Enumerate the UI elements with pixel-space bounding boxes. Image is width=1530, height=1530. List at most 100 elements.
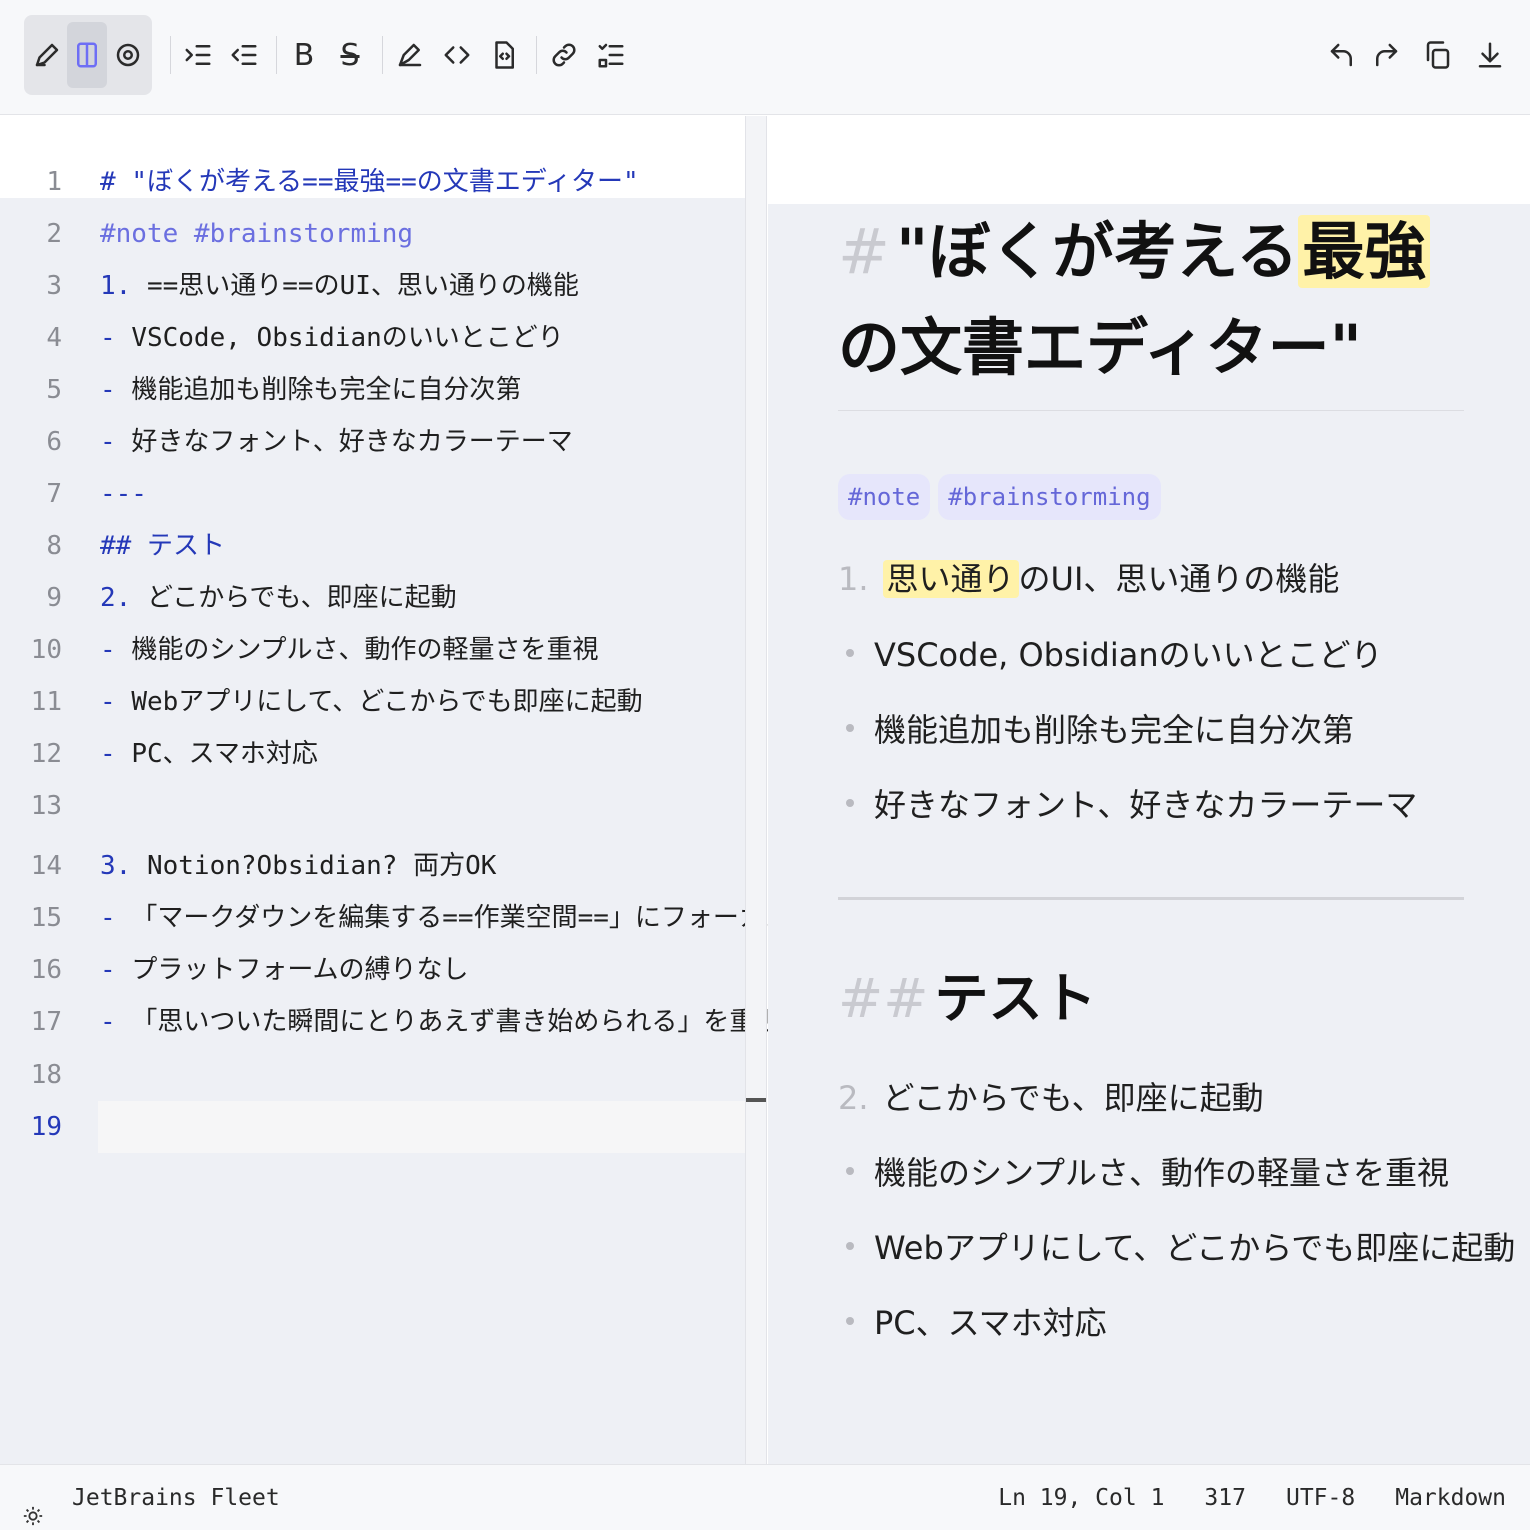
line-text: 2. どこからでも、即座に起動 [100, 583, 457, 613]
line-text: - プラットフォームの縛りなし [100, 955, 469, 985]
bold-icon: B [293, 37, 315, 73]
heading-underline [838, 410, 1464, 411]
pane-splitter[interactable] [745, 116, 767, 1464]
line-text: 3. Notion?Obsidian? 両方OK [100, 851, 497, 881]
line-number: 5 [46, 375, 62, 405]
language-mode[interactable]: Markdown [1395, 1465, 1506, 1530]
list-item: 好きなフォント、好きなカラーテーマ [838, 780, 1417, 830]
strikethrough-button[interactable]: S [330, 22, 370, 88]
preview-mode-button[interactable] [108, 22, 148, 88]
line-number: 8 [46, 531, 62, 561]
code-block-button[interactable] [484, 22, 524, 88]
line-text: - PC、スマホ対応 [100, 739, 318, 769]
bold-button[interactable]: B [284, 22, 324, 88]
download-button[interactable] [1470, 22, 1510, 88]
line-number: 18 [30, 1060, 62, 1090]
line-number: 14 [30, 851, 62, 881]
redo-button[interactable] [1366, 22, 1406, 88]
undo-button[interactable] [1322, 22, 1362, 88]
line-number: 12 [30, 739, 62, 769]
highlight-button[interactable] [390, 22, 430, 88]
toolbar-separator [170, 36, 171, 74]
line-text: 1. ==思い通り==のUI、思い通りの機能 [100, 271, 579, 301]
link-button[interactable] [544, 22, 584, 88]
encoding[interactable]: UTF-8 [1286, 1465, 1355, 1530]
editor-line[interactable]: 10 - 機能のシンプルさ、動作の軽量さを重視 [0, 624, 745, 676]
copy-button[interactable] [1418, 22, 1458, 88]
splitter-handle[interactable] [746, 1098, 766, 1102]
outdent-button[interactable] [224, 22, 264, 88]
split-view-icon [77, 42, 97, 68]
cursor-position[interactable]: Ln 19, Col 1 [998, 1465, 1164, 1530]
editor-line[interactable]: 6 - 好きなフォント、好きなカラーテーマ [0, 416, 745, 468]
editor-line[interactable]: 18 [0, 1049, 745, 1101]
line-number: 2 [46, 219, 62, 249]
line-number: 13 [30, 791, 62, 821]
toolbar: B S [0, 0, 1530, 115]
sun-icon [23, 1506, 43, 1526]
indent-button[interactable] [178, 22, 218, 88]
editor-line[interactable]: 7 --- [0, 468, 745, 520]
bullet-icon [846, 1167, 854, 1175]
line-number: 3 [46, 271, 62, 301]
editor-line[interactable]: 4 - VSCode, Obsidianのいいとこどり [0, 312, 745, 364]
editor-line[interactable]: 12 - PC、スマホ対応 [0, 728, 745, 780]
line-text: #note #brainstorming [100, 219, 414, 249]
theme-toggle-button[interactable] [22, 1487, 44, 1526]
bullet-icon [846, 1317, 854, 1325]
tag-note[interactable]: #note [838, 474, 931, 520]
line-number: 16 [30, 955, 62, 985]
strikethrough-icon: S [340, 37, 360, 73]
editor-line[interactable]: 14 3. Notion?Obsidian? 両方OK [0, 840, 745, 892]
bullet-icon [846, 649, 854, 657]
highlight-icon [398, 43, 422, 67]
editor-line[interactable]: 16 - プラットフォームの縛りなし [0, 944, 745, 996]
bullet-icon [846, 1242, 854, 1250]
outdent-icon [231, 45, 257, 65]
editor-line[interactable]: 11 - Webアプリにして、どこからでも即座に起動 [0, 676, 745, 728]
editor-line[interactable]: 13 [0, 780, 745, 832]
line-number: 7 [46, 479, 62, 509]
editor-line[interactable]: 3 1. ==思い通り==のUI、思い通りの機能 [0, 260, 745, 312]
heading-marker: # [838, 215, 890, 288]
line-text: # "ぼくが考える==最強==の文書エディター" [100, 167, 639, 197]
split-mode-button[interactable] [67, 22, 107, 88]
list-number: 1. [838, 560, 869, 598]
line-number: 17 [30, 1007, 62, 1037]
list-item: Webアプリにして、どこからでも即座に起動 [838, 1223, 1515, 1273]
editor-line[interactable]: 2 #note #brainstorming [0, 208, 745, 260]
line-number: 9 [46, 583, 62, 613]
inline-code-button[interactable] [437, 22, 477, 88]
link-icon [552, 43, 576, 67]
editor-line[interactable]: 8 ## テスト [0, 520, 745, 572]
markdown-preview: #"ぼくが考える最強の文書エディター" #note #brainstorming… [768, 116, 1530, 1464]
line-number: 15 [30, 903, 62, 933]
character-count: 317 [1204, 1485, 1246, 1511]
line-number: 19 [30, 1112, 62, 1142]
bullet-icon [846, 799, 854, 807]
edit-mode-button[interactable] [27, 22, 67, 88]
editor-line[interactable]: 15 - 「マークダウンを編集する==作業空間==」にフォーカス [0, 892, 791, 944]
checklist-button[interactable] [591, 22, 631, 88]
preview-top-area [768, 116, 1530, 204]
undo-icon [1330, 43, 1352, 67]
line-text: - VSCode, Obsidianのいいとこどり [100, 323, 564, 353]
line-text: - 「マークダウンを編集する==作業空間==」にフォーカス [100, 903, 791, 933]
line-text: - 機能追加も削除も完全に自分次第 [100, 375, 522, 405]
editor-line-current[interactable]: 19 [0, 1101, 745, 1153]
line-number: 11 [30, 687, 62, 717]
list-item: VSCode, Obsidianのいいとこどり [838, 630, 1383, 680]
ordered-list-item: 1. 思い通り のUI、思い通りの機能 [838, 560, 1340, 598]
markdown-editor[interactable]: 1 # "ぼくが考える==最強==の文書エディター" 2 #note #brai… [0, 116, 791, 1464]
line-text: ## テスト [100, 531, 225, 561]
line-text: - 好きなフォント、好きなカラーテーマ [100, 427, 573, 457]
editor-line[interactable]: 1 # "ぼくが考える==最強==の文書エディター" [0, 156, 745, 208]
list-item: 機能追加も削除も完全に自分次第 [838, 705, 1354, 755]
editor-line[interactable]: 5 - 機能追加も削除も完全に自分次第 [0, 364, 745, 416]
editor-line[interactable]: 9 2. どこからでも、即座に起動 [0, 572, 745, 624]
tag-brainstorming[interactable]: #brainstorming [938, 474, 1161, 520]
editor-line[interactable]: 17 - 「思いついた瞬間にとりあえず書き始められる」を重視 [0, 996, 782, 1048]
status-info: Ln 19, Col 1 317 UTF-8 Markdown [998, 1465, 1506, 1530]
line-number: 4 [46, 323, 62, 353]
line-number: 6 [46, 427, 62, 457]
